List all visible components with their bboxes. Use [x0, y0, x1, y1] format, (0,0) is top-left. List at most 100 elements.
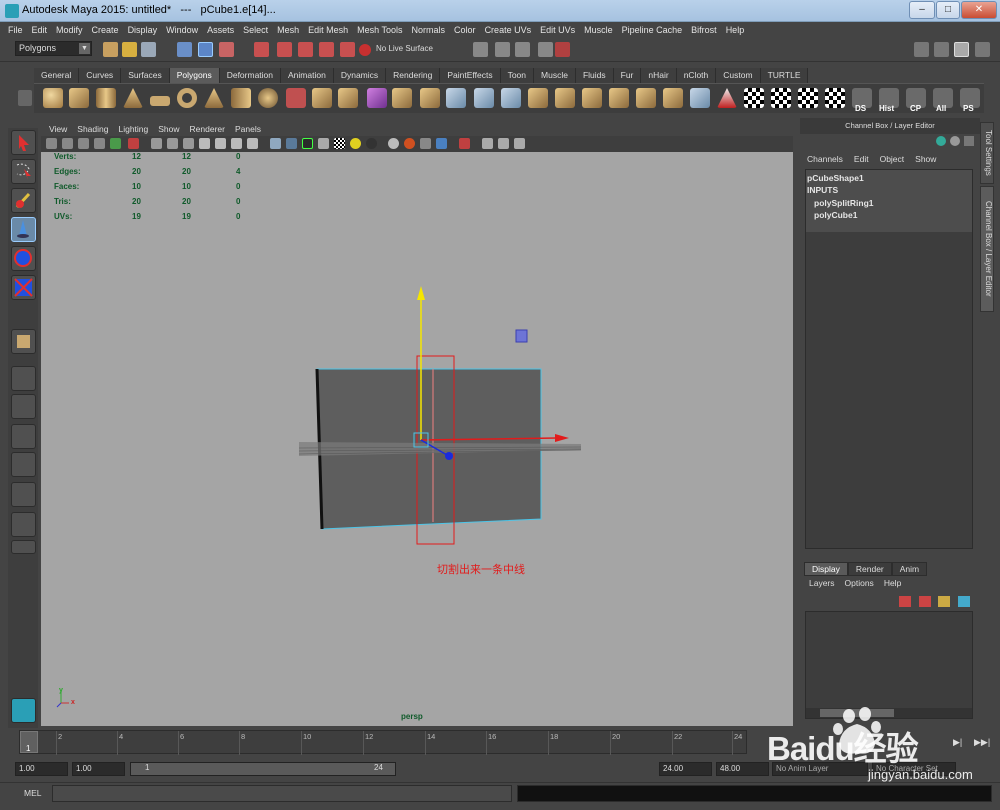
- channel-box-tab-icon[interactable]: [936, 136, 946, 146]
- magnet-icon[interactable]: [359, 44, 371, 56]
- channel-box-icon[interactable]: [954, 42, 969, 57]
- textured-icon[interactable]: [334, 138, 345, 149]
- menu-select[interactable]: Select: [243, 25, 268, 35]
- layer-tab-render[interactable]: Render: [847, 562, 892, 576]
- hypershade-icon[interactable]: [555, 42, 570, 57]
- cylindrical-mapping-icon[interactable]: [771, 88, 791, 108]
- extrude-icon[interactable]: [446, 88, 466, 108]
- select-hierarchy-icon[interactable]: [177, 42, 192, 57]
- select-camera-icon[interactable]: [46, 138, 57, 149]
- planar-mapping-icon[interactable]: [744, 88, 764, 108]
- poly-cube-icon[interactable]: [69, 88, 89, 108]
- insert-edge-loop-icon[interactable]: [555, 88, 575, 108]
- close-button[interactable]: ✕: [961, 1, 997, 19]
- move-up-layer-icon[interactable]: [938, 596, 950, 607]
- channel-box-settings-icon[interactable]: [964, 136, 974, 146]
- shelf-tab-deformation[interactable]: Deformation: [219, 68, 282, 83]
- uv-persp-layout-icon[interactable]: [11, 512, 36, 537]
- panel-menu-show[interactable]: Show: [158, 124, 179, 134]
- use-all-lights-icon[interactable]: [350, 138, 361, 149]
- film-gate-icon[interactable]: [167, 138, 178, 149]
- shelf-tab-fluids[interactable]: Fluids: [575, 68, 614, 83]
- y-axis-arrow-icon[interactable]: [417, 286, 425, 300]
- split-polygon-icon[interactable]: [528, 88, 548, 108]
- layers-menu[interactable]: Layers: [809, 578, 835, 588]
- lasso-tool-icon[interactable]: [11, 159, 36, 184]
- 2d-pan-zoom-icon[interactable]: [110, 138, 121, 149]
- isolate-select-icon[interactable]: [459, 138, 470, 149]
- shadows-icon[interactable]: [366, 138, 377, 149]
- playblast-icon[interactable]: [514, 138, 525, 149]
- playback-end-field[interactable]: 24.00: [659, 762, 712, 776]
- camera-attributes-icon[interactable]: [62, 138, 73, 149]
- perspective-viewport[interactable]: y x Verts: 12 12 0 Edges: 20 20 4 Faces:…: [41, 152, 793, 726]
- x-axis-arrow-icon[interactable]: [555, 434, 569, 442]
- menu-set-dropdown[interactable]: Polygons ▼: [15, 41, 92, 56]
- combine-icon[interactable]: [286, 88, 306, 108]
- snap-view-plane-icon[interactable]: [319, 42, 334, 57]
- automatic-mapping-icon[interactable]: [825, 88, 845, 108]
- poke-face-icon[interactable]: [663, 88, 683, 108]
- depth-of-field-icon[interactable]: [436, 138, 447, 149]
- wedge-face-icon[interactable]: [690, 88, 710, 108]
- menu-bifrost[interactable]: Bifrost: [691, 25, 717, 35]
- z-axis-handle[interactable]: [445, 452, 453, 460]
- bevel-icon[interactable]: [636, 88, 656, 108]
- open-scene-icon[interactable]: [122, 42, 137, 57]
- layer-tab-display[interactable]: Display: [804, 562, 848, 576]
- poly-pyramid-icon[interactable]: [204, 88, 224, 108]
- current-frame-marker[interactable]: 1: [20, 731, 38, 753]
- menu-normals[interactable]: Normals: [412, 25, 446, 35]
- append-polygon-icon[interactable]: [501, 88, 521, 108]
- mel-label[interactable]: MEL: [24, 788, 41, 798]
- tool-settings-tab[interactable]: Tool Settings: [980, 122, 994, 184]
- timeline-track[interactable]: 1 2 4 6 8 10 12 14 16 18 20 22 24: [19, 730, 747, 755]
- snap-curve-icon[interactable]: [277, 42, 292, 57]
- shelf-tab-fur[interactable]: Fur: [613, 68, 642, 83]
- last-tool-icon[interactable]: [11, 329, 36, 354]
- poly-cylinder-icon[interactable]: [96, 88, 116, 108]
- menu-modify[interactable]: Modify: [56, 25, 83, 35]
- range-slider[interactable]: 1 24: [130, 762, 396, 776]
- outliner-persp-layout-icon[interactable]: [11, 424, 36, 449]
- poly-soccer-ball-icon[interactable]: [258, 88, 278, 108]
- poly-pipe-icon[interactable]: [231, 88, 251, 108]
- select-object-icon[interactable]: [198, 42, 213, 57]
- panel-menu-shading[interactable]: Shading: [77, 124, 108, 134]
- wireframe-on-shaded-icon[interactable]: [302, 138, 313, 149]
- move-down-layer-icon[interactable]: [958, 596, 970, 607]
- shelf-tab-animation[interactable]: Animation: [281, 68, 334, 83]
- render-view-icon[interactable]: [473, 42, 488, 57]
- channel-edit-menu[interactable]: Edit: [854, 154, 869, 164]
- poly-sphere-icon[interactable]: [43, 88, 63, 108]
- menu-muscle[interactable]: Muscle: [584, 25, 613, 35]
- shelf-menu-icon[interactable]: [18, 90, 32, 106]
- ambient-occlusion-icon[interactable]: [388, 138, 399, 149]
- shelf-tab-polygons[interactable]: Polygons: [169, 68, 220, 83]
- save-scene-icon[interactable]: [141, 42, 156, 57]
- maximize-button[interactable]: □: [936, 1, 960, 19]
- layer-options-menu[interactable]: Options: [845, 578, 874, 588]
- menu-mesh-tools[interactable]: Mesh Tools: [357, 25, 402, 35]
- smooth-icon[interactable]: [392, 88, 412, 108]
- channel-object-menu[interactable]: Object: [880, 154, 905, 164]
- smooth-shade-icon[interactable]: [286, 138, 297, 149]
- xray-joints-icon[interactable]: [482, 138, 493, 149]
- input-node-polycube[interactable]: polyCube1: [814, 210, 857, 220]
- select-component-icon[interactable]: [219, 42, 234, 57]
- xray-active-icon[interactable]: [498, 138, 509, 149]
- booleans-icon[interactable]: [367, 88, 387, 108]
- menu-create-uvs[interactable]: Create UVs: [485, 25, 532, 35]
- safe-action-icon[interactable]: [231, 138, 242, 149]
- ipr-render-icon[interactable]: [515, 42, 530, 57]
- menu-pipeline-cache[interactable]: Pipeline Cache: [622, 25, 683, 35]
- make-live-icon[interactable]: [340, 42, 355, 57]
- menu-create[interactable]: Create: [92, 25, 119, 35]
- menu-window[interactable]: Window: [166, 25, 198, 35]
- shelf-tab-custom[interactable]: Custom: [716, 68, 761, 83]
- panel-menu-panels[interactable]: Panels: [235, 124, 261, 134]
- attribute-editor-icon[interactable]: [914, 42, 929, 57]
- shelf-tab-curves[interactable]: Curves: [79, 68, 122, 83]
- snap-grid-icon[interactable]: [254, 42, 269, 57]
- panel-menu-view[interactable]: View: [49, 124, 67, 134]
